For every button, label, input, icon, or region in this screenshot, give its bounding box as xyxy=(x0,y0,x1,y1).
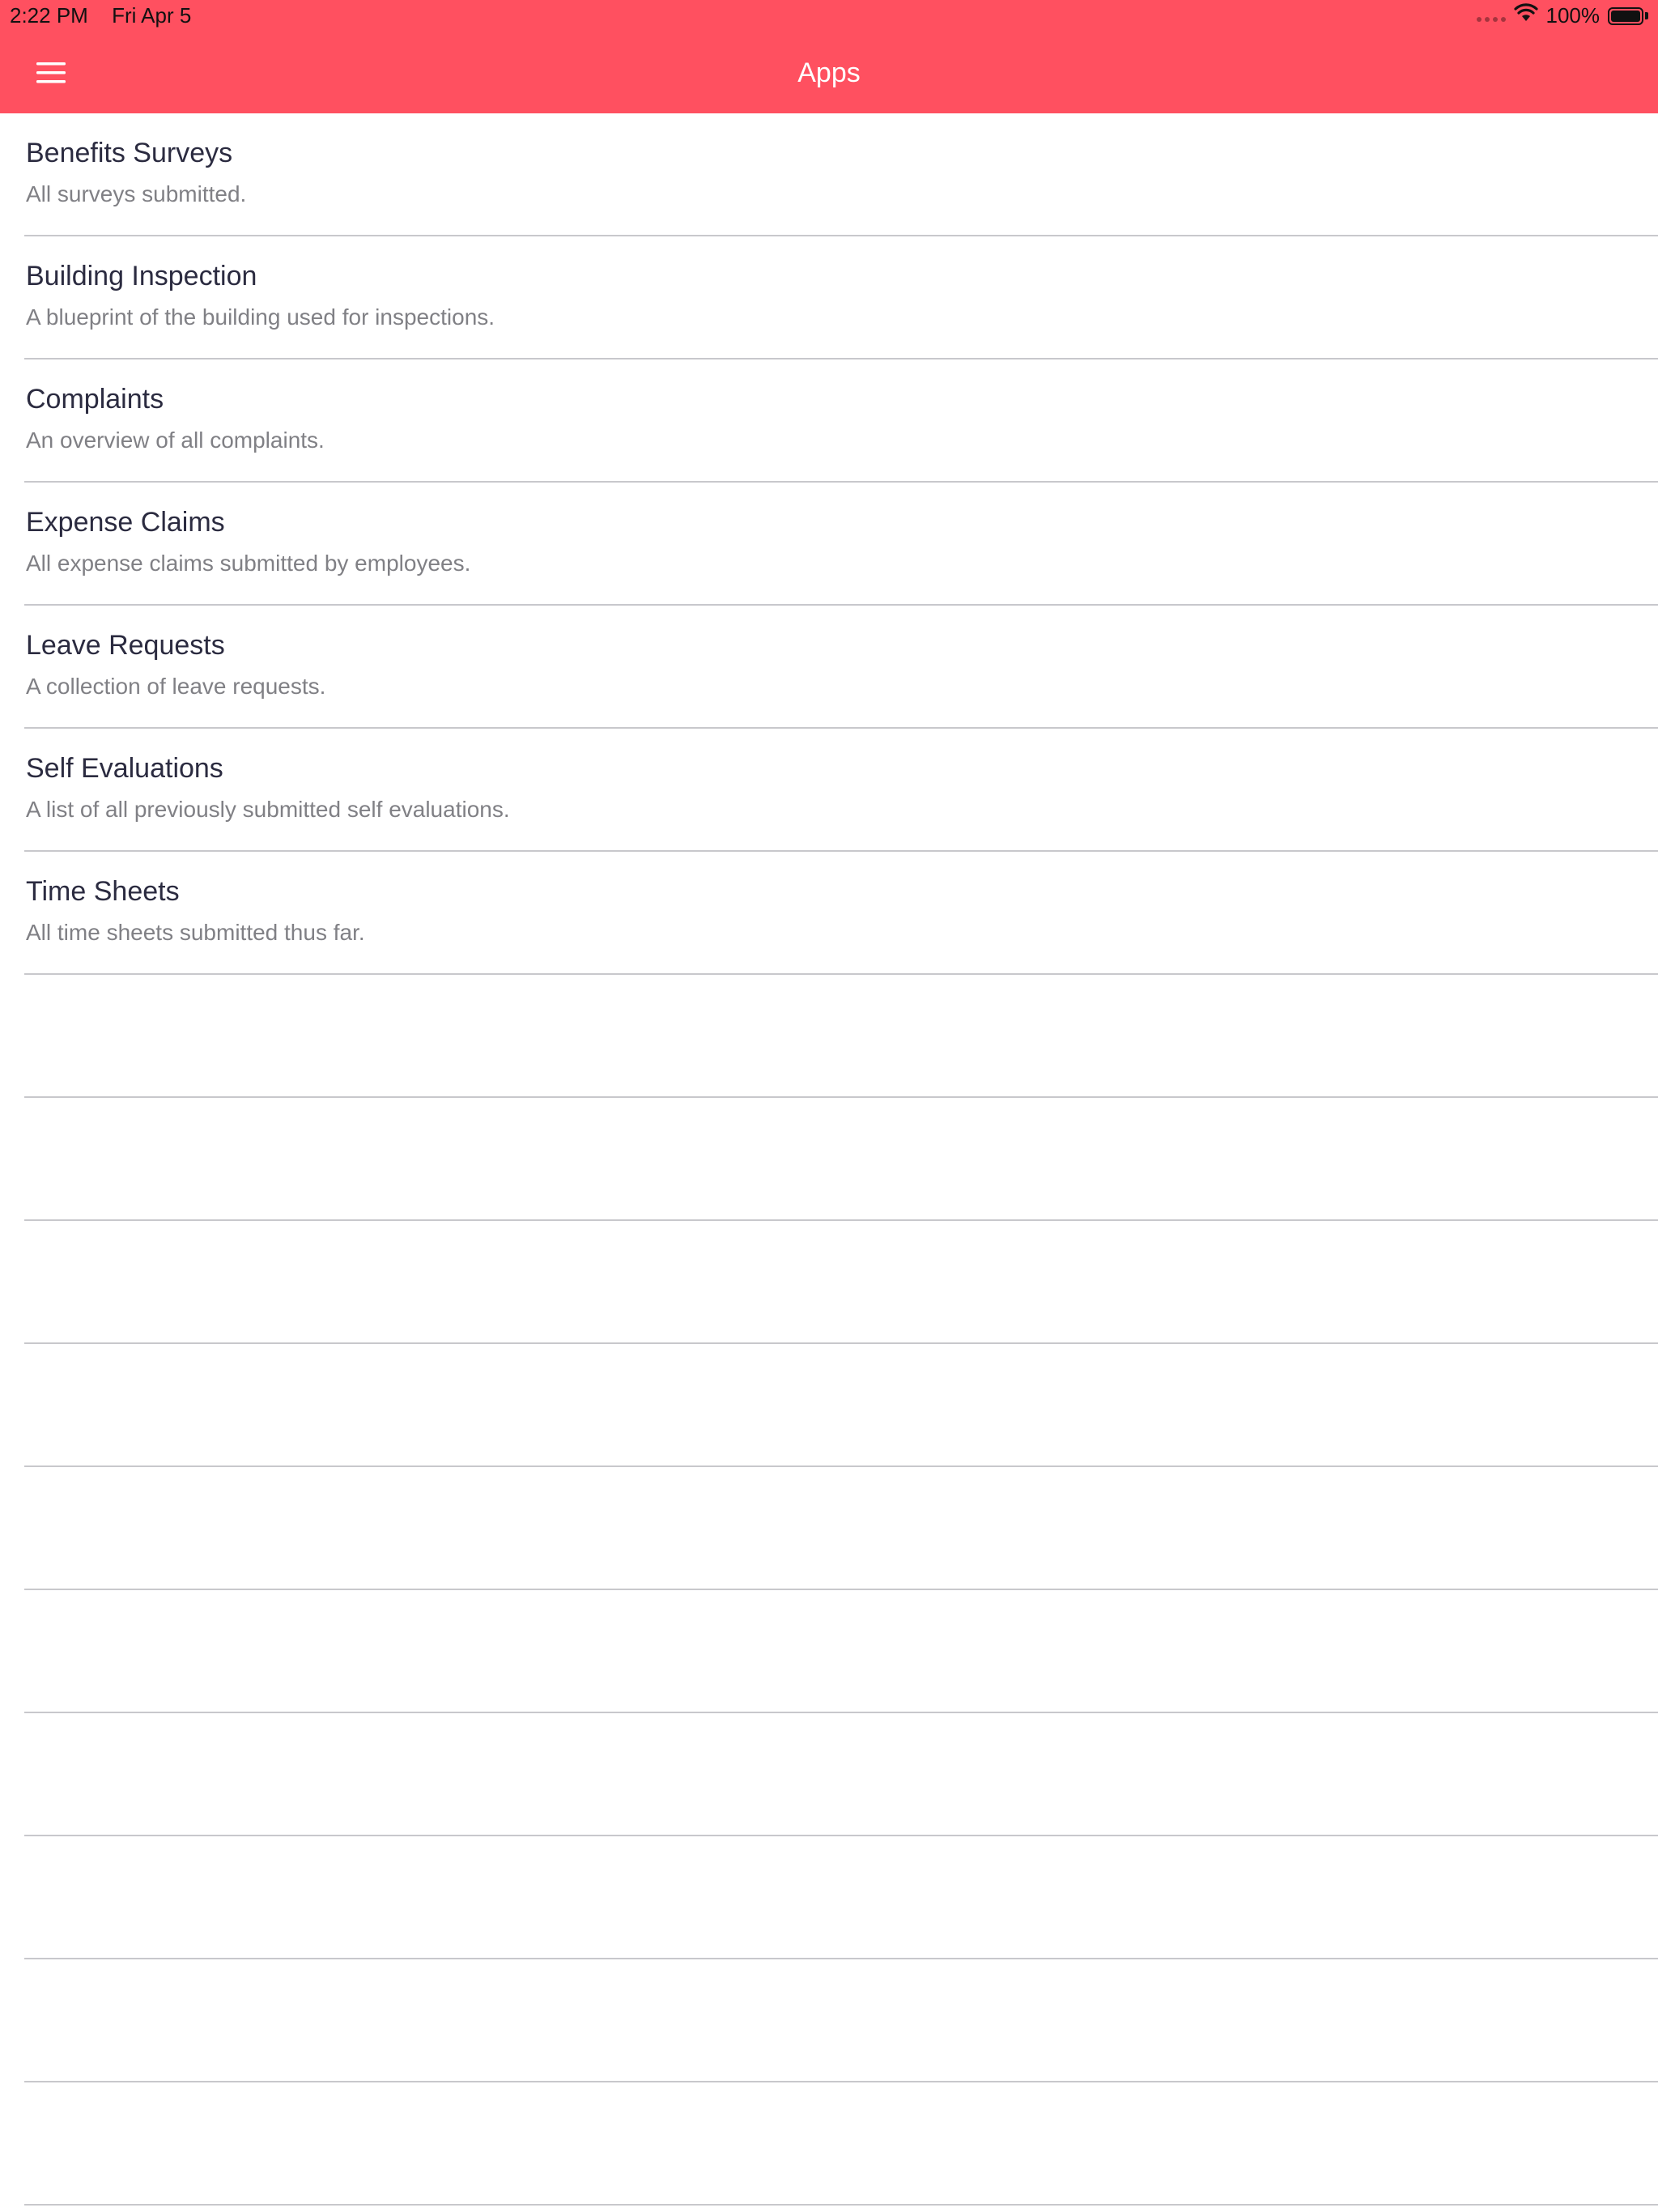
list-item-title: Self Evaluations xyxy=(26,753,223,784)
empty-row xyxy=(24,2082,1658,2206)
list-item-subtitle: All surveys submitted. xyxy=(26,181,247,206)
empty-row xyxy=(24,1344,1658,1467)
wifi-icon xyxy=(1513,3,1538,28)
empty-row xyxy=(24,1590,1658,1713)
battery-percent: 100% xyxy=(1545,3,1601,28)
status-right: 100% xyxy=(1476,3,1648,28)
empty-row xyxy=(24,1959,1658,2082)
status-time: 2:22 PM xyxy=(10,3,88,28)
list-item[interactable]: Leave Requests A collection of leave requ… xyxy=(24,606,1658,729)
list-item-title: Complaints xyxy=(26,384,164,415)
app-list: Benefits Surveys All surveys submitted. Bu… xyxy=(0,113,1658,2206)
list-item-title: Benefits Surveys xyxy=(26,138,233,168)
list-item[interactable]: Time Sheets All time sheets submitted thu… xyxy=(24,852,1658,975)
empty-row xyxy=(24,1467,1658,1590)
list-item-title: Leave Requests xyxy=(26,630,225,661)
status-date: Fri Apr 5 xyxy=(112,3,192,28)
list-item[interactable]: Building Inspection A blueprint of the bu… xyxy=(24,236,1658,359)
list-item-subtitle: All expense claims submitted by employee… xyxy=(26,551,471,576)
list-item-title: Building Inspection xyxy=(26,261,257,291)
list-item[interactable]: Self Evaluations A list of all previously… xyxy=(24,729,1658,852)
cellular-signal-icon xyxy=(1476,6,1506,27)
page-title: Apps xyxy=(797,57,861,88)
list-item[interactable]: Benefits Surveys All surveys submitted. xyxy=(24,113,1658,236)
list-item-subtitle: An overview of all complaints. xyxy=(26,428,325,453)
status-bar: 2:22 PM Fri Apr 5 100% xyxy=(0,0,1658,32)
empty-row xyxy=(24,1221,1658,1344)
list-item[interactable]: Expense Claims All expense claims submitt… xyxy=(24,483,1658,606)
status-left: 2:22 PM Fri Apr 5 xyxy=(10,3,191,28)
list-item-title: Expense Claims xyxy=(26,507,225,538)
battery-icon xyxy=(1608,6,1648,25)
list-item-title: Time Sheets xyxy=(26,876,180,907)
empty-row xyxy=(24,1713,1658,1836)
list-item-subtitle: A blueprint of the building used for ins… xyxy=(26,304,495,330)
list-item[interactable]: Complaints An overview of all complaints. xyxy=(24,359,1658,483)
empty-row xyxy=(24,1836,1658,1959)
empty-row xyxy=(24,975,1658,1098)
list-item-subtitle: A collection of leave requests. xyxy=(26,674,326,699)
navigation-bar: Apps xyxy=(0,32,1658,113)
list-item-subtitle: A list of all previously submitted self … xyxy=(26,797,510,822)
empty-row xyxy=(24,1098,1658,1221)
list-item-subtitle: All time sheets submitted thus far. xyxy=(26,920,365,945)
